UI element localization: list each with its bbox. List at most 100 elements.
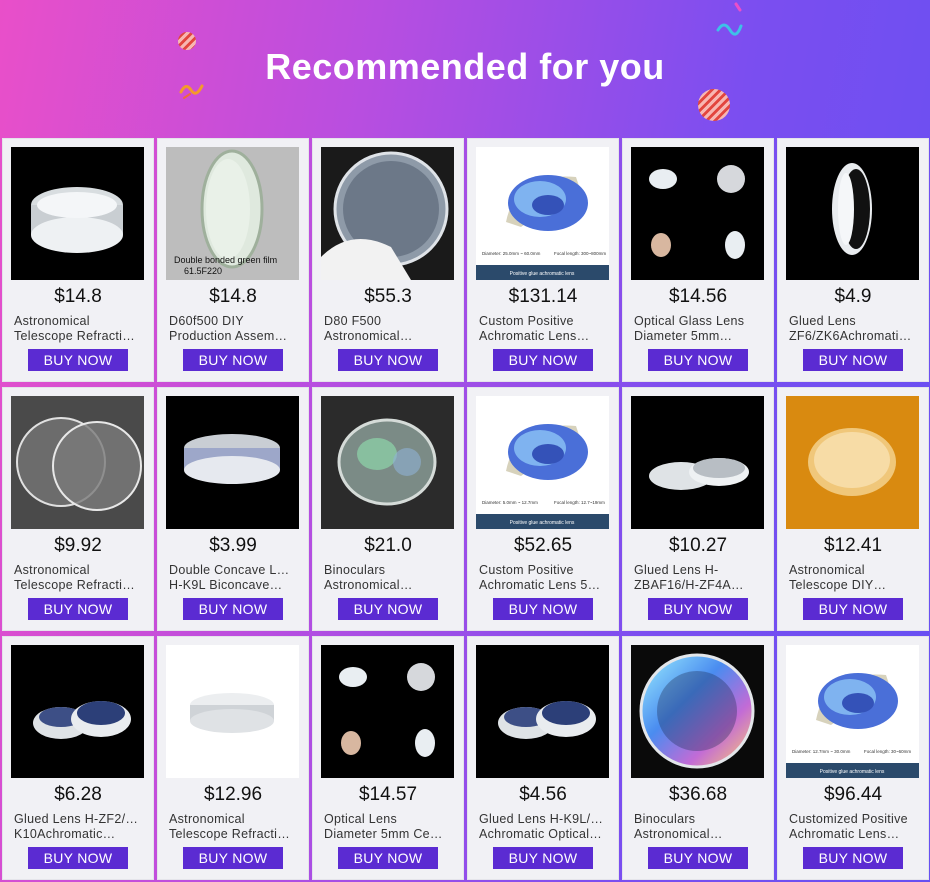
- product-card[interactable]: $10.27 Glued Lens H- ZBAF16/H-ZF4A… BUY …: [622, 387, 774, 631]
- product-title-line: Binoculars: [634, 812, 696, 826]
- product-title[interactable]: Astronomical Telescope Refracti…: [14, 314, 138, 344]
- product-image[interactable]: Diameter: 5.0mm ~ 12.7mm Focal length: 1…: [476, 396, 609, 529]
- buy-now-button[interactable]: BUY NOW: [183, 847, 283, 869]
- product-title[interactable]: Glued Lens ZF6/ZK6Achromati…: [789, 314, 913, 344]
- product-image[interactable]: [321, 645, 454, 778]
- buy-now-button[interactable]: BUY NOW: [648, 598, 748, 620]
- product-image[interactable]: Double bonded green film 61.5F220: [166, 147, 299, 280]
- product-title[interactable]: Customized Positive Achromatic Lens…: [789, 812, 913, 842]
- buy-now-button[interactable]: BUY NOW: [338, 847, 438, 869]
- product-card[interactable]: $12.96 Astronomical Telescope Refracti… …: [157, 636, 309, 880]
- buy-now-button[interactable]: BUY NOW: [28, 847, 128, 869]
- product-price: $4.9: [834, 286, 872, 307]
- buy-now-button[interactable]: BUY NOW: [803, 847, 903, 869]
- product-title[interactable]: Astronomical Telescope DIY…: [789, 563, 913, 593]
- buy-now-button[interactable]: BUY NOW: [183, 349, 283, 371]
- buy-now-button[interactable]: BUY NOW: [493, 847, 593, 869]
- product-title-line: Glued Lens H-K9L/F4: [479, 812, 603, 826]
- product-image[interactable]: [476, 645, 609, 778]
- lens-photo-icon: [166, 396, 299, 529]
- product-image[interactable]: Diameter: 12.7mm ~ 30.0mm Focal length: …: [786, 645, 919, 778]
- buy-now-button[interactable]: BUY NOW: [338, 349, 438, 371]
- buy-now-button[interactable]: BUY NOW: [803, 349, 903, 371]
- product-image[interactable]: [631, 147, 764, 280]
- image-caption: Diameter: 5.0mm ~ 12.7mm: [482, 500, 538, 505]
- product-title-line: Double Concave Lens: [169, 563, 293, 577]
- product-card[interactable]: $3.99 Double Concave Lens H-K9L Biconcav…: [157, 387, 309, 631]
- product-title[interactable]: Glued Lens H-ZF2/H- K10Achromatic…: [14, 812, 138, 842]
- product-card[interactable]: $9.92 Astronomical Telescope Refracti… B…: [2, 387, 154, 631]
- product-title-line: Diameter 5mm…: [634, 329, 733, 343]
- product-image[interactable]: [11, 396, 144, 529]
- product-price: $9.92: [54, 535, 102, 556]
- product-title-line: Astronomical…: [634, 827, 723, 841]
- product-card[interactable]: $4.56 Glued Lens H-K9L/F4 Achromatic Opt…: [467, 636, 619, 880]
- product-image[interactable]: [166, 396, 299, 529]
- product-title-line: Glued Lens H-ZF2/H-: [14, 812, 138, 826]
- product-card[interactable]: $4.9 Glued Lens ZF6/ZK6Achromati… BUY NO…: [777, 138, 929, 382]
- product-image[interactable]: Diameter: 25.0mm ~ 60.0mm Focal length: …: [476, 147, 609, 280]
- image-caption: Positive glue achromatic lens: [510, 271, 575, 277]
- product-title[interactable]: Binoculars Astronomical…: [324, 563, 448, 593]
- product-title[interactable]: Glued Lens H-K9L/F4 Achromatic Optical…: [479, 812, 603, 842]
- product-title-line: Astronomical: [14, 314, 90, 328]
- product-card[interactable]: Diameter: 25.0mm ~ 60.0mm Focal length: …: [467, 138, 619, 382]
- product-card[interactable]: Diameter: 5.0mm ~ 12.7mm Focal length: 1…: [467, 387, 619, 631]
- buy-now-button[interactable]: BUY NOW: [648, 349, 748, 371]
- product-title-line: Achromatic Lens…: [479, 329, 590, 343]
- product-title[interactable]: Astronomical Telescope Refracti…: [169, 812, 293, 842]
- buy-now-button[interactable]: BUY NOW: [493, 598, 593, 620]
- product-price: $10.27: [668, 535, 728, 556]
- product-price: $14.8: [209, 286, 257, 307]
- product-card[interactable]: $21.0 Binoculars Astronomical… BUY NOW: [312, 387, 464, 631]
- product-card[interactable]: $14.8 Astronomical Telescope Refracti… B…: [2, 138, 154, 382]
- lens-photo-icon: [476, 645, 609, 778]
- image-caption: Focal length: 30~60mm: [864, 749, 911, 754]
- buy-now-button[interactable]: BUY NOW: [493, 349, 593, 371]
- product-title[interactable]: Custom Positive Achromatic Lens…: [479, 314, 603, 344]
- buy-now-button[interactable]: BUY NOW: [28, 349, 128, 371]
- product-title[interactable]: D60f500 DIY Production Assem…: [169, 314, 293, 344]
- product-image[interactable]: [631, 645, 764, 778]
- buy-now-button[interactable]: BUY NOW: [648, 847, 748, 869]
- decor-streamer-icon: [716, 2, 743, 36]
- product-title[interactable]: Double Concave Lens H-K9L Biconcave…: [169, 563, 293, 593]
- product-card[interactable]: $36.68 Binoculars Astronomical… BUY NOW: [622, 636, 774, 880]
- product-title-line: Astronomical: [14, 563, 90, 577]
- product-card[interactable]: Diameter: 12.7mm ~ 30.0mm Focal length: …: [777, 636, 929, 880]
- product-image[interactable]: [11, 147, 144, 280]
- product-title[interactable]: Custom Positive Achromatic Lens 5 …: [479, 563, 603, 593]
- product-image[interactable]: [166, 645, 299, 778]
- product-title[interactable]: Astronomical Telescope Refracti…: [14, 563, 138, 593]
- product-image[interactable]: [11, 645, 144, 778]
- product-card[interactable]: Double bonded green film 61.5F220 $14.8 …: [157, 138, 309, 382]
- buy-now-button[interactable]: BUY NOW: [803, 598, 903, 620]
- lens-photo-icon: [11, 645, 144, 778]
- product-image[interactable]: [321, 147, 454, 280]
- buy-now-button[interactable]: BUY NOW: [28, 598, 128, 620]
- product-card[interactable]: $12.41 Astronomical Telescope DIY… BUY N…: [777, 387, 929, 631]
- product-title[interactable]: Optical Lens Diameter 5mm Cen…: [324, 812, 448, 842]
- product-card[interactable]: $14.57 Optical Lens Diameter 5mm Cen… BU…: [312, 636, 464, 880]
- product-title[interactable]: Glued Lens H- ZBAF16/H-ZF4A…: [634, 563, 758, 593]
- lens-photo-icon: [11, 147, 144, 280]
- product-title-line: Custom Positive: [479, 563, 574, 577]
- product-price: $14.56: [668, 286, 728, 307]
- product-title[interactable]: Optical Glass Lens Diameter 5mm…: [634, 314, 758, 344]
- product-title-line: ZBAF16/H-ZF4A…: [634, 578, 744, 592]
- product-title[interactable]: Binoculars Astronomical…: [634, 812, 758, 842]
- product-image[interactable]: [631, 396, 764, 529]
- product-card[interactable]: $55.3 D80 F500 Astronomical… BUY NOW: [312, 138, 464, 382]
- buy-now-button[interactable]: BUY NOW: [338, 598, 438, 620]
- product-title[interactable]: D80 F500 Astronomical…: [324, 314, 448, 344]
- product-card[interactable]: $6.28 Glued Lens H-ZF2/H- K10Achromatic……: [2, 636, 154, 880]
- product-title-line: Production Assem…: [169, 329, 288, 343]
- product-title-line: Telescope DIY…: [789, 578, 887, 592]
- buy-now-button[interactable]: BUY NOW: [183, 598, 283, 620]
- product-image[interactable]: [321, 396, 454, 529]
- product-price: $4.56: [519, 784, 567, 805]
- product-image[interactable]: [786, 396, 919, 529]
- page-title: Recommended for you: [265, 46, 665, 87]
- product-card[interactable]: $14.56 Optical Glass Lens Diameter 5mm… …: [622, 138, 774, 382]
- product-image[interactable]: [786, 147, 919, 280]
